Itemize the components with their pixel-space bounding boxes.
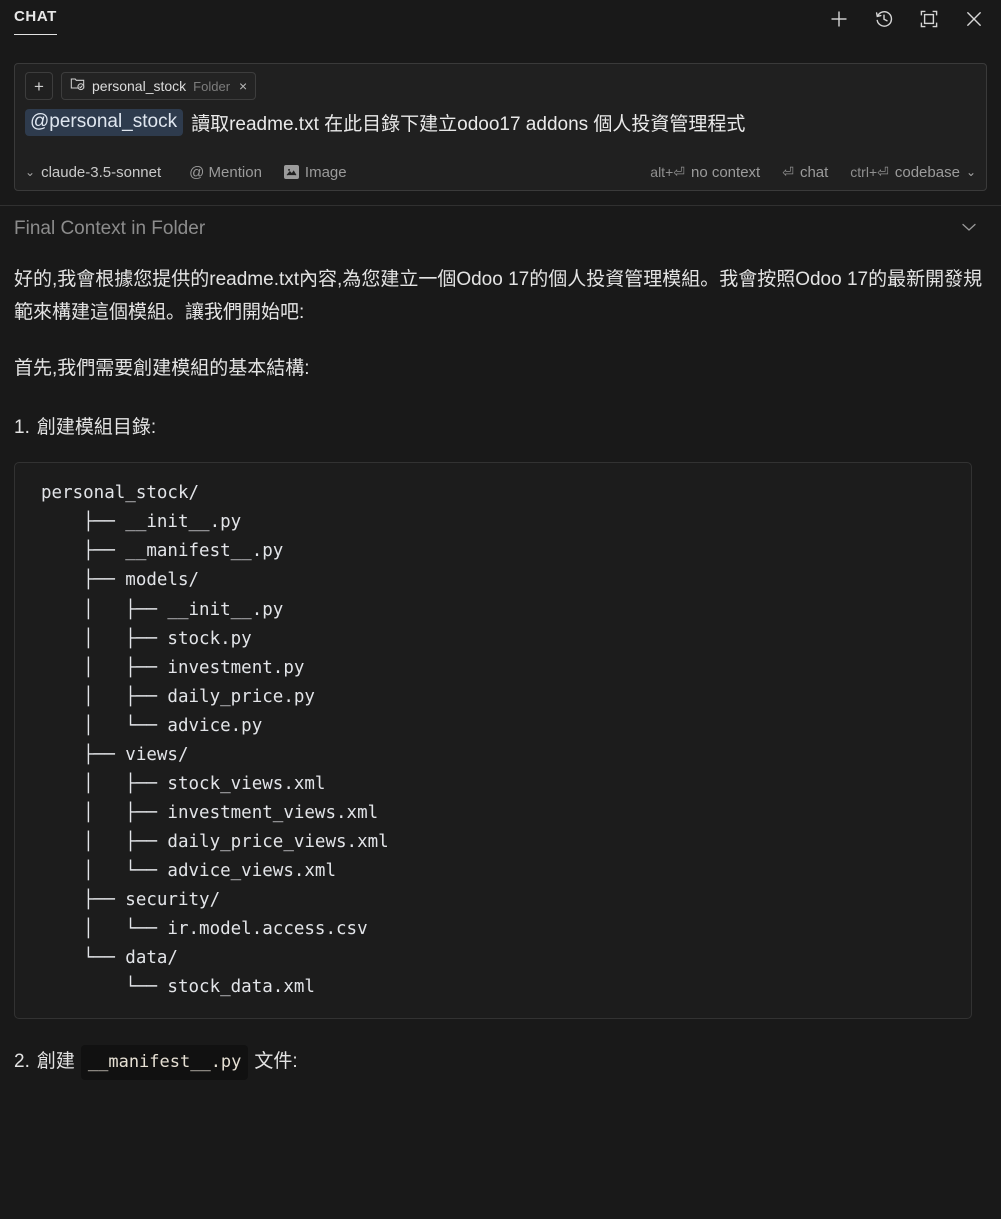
- mention-pill-personal-stock[interactable]: @personal_stock: [25, 109, 184, 136]
- response-list-item-1: 1. 創建模組目錄:: [14, 412, 987, 444]
- prompt-text: 讀取readme.txt 在此目錄下建立odoo17 addons 個人投資管理…: [191, 114, 746, 135]
- close-icon[interactable]: [961, 6, 987, 32]
- mention-button[interactable]: @ Mention: [183, 164, 262, 181]
- composer-toolbar-right: alt+⏎ no context ⏎ chat ctrl+⏎ codebase …: [650, 164, 976, 181]
- maximize-icon[interactable]: [916, 6, 942, 32]
- composer-toolbar: ⌄ claude-3.5-sonnet @ Mention Image alt+…: [25, 160, 976, 184]
- final-context-summary[interactable]: Final Context in Folder: [14, 206, 987, 252]
- no-context-action[interactable]: alt+⏎ no context: [650, 164, 760, 181]
- code-block-content: personal_stock/ ├── __init__.py ├── __ma…: [41, 483, 389, 998]
- context-chip-personal-stock[interactable]: personal_stock Folder ×: [61, 72, 257, 100]
- list-item-2-prefix: 創建: [36, 1051, 75, 1073]
- response-paragraph-1: 好的,我會根據您提供的readme.txt內容,為您建立一個Odoo 17的個人…: [14, 269, 983, 323]
- no-context-shortcut: alt+⏎: [650, 163, 685, 180]
- chat-composer[interactable]: + personal_stock Folder × @personal_stoc…: [14, 63, 987, 191]
- context-chip-close-icon[interactable]: ×: [237, 79, 247, 93]
- no-context-label: no context: [690, 163, 761, 181]
- codebase-shortcut: ctrl+⏎: [850, 163, 889, 180]
- header-actions: [826, 0, 987, 32]
- chat-action[interactable]: ⏎ chat: [782, 164, 828, 181]
- codebase-label: codebase: [894, 163, 960, 181]
- response-paragraph-2: 首先,我們需要創建模組的基本結構:: [14, 358, 310, 380]
- list-item-2-suffix: 文件:: [254, 1051, 298, 1073]
- list-item-1-number: 1.: [14, 417, 30, 439]
- chevron-down-icon[interactable]: [959, 220, 979, 239]
- response-list-item-2: 2. 創建 __manifest__.py 文件:: [14, 1045, 987, 1081]
- assistant-response: Final Context in Folder 好的,我會根據您提供的readm…: [0, 206, 1001, 1081]
- list-item-2-number: 2.: [14, 1051, 30, 1073]
- list-item-1-text: 創建模組目錄:: [36, 417, 157, 439]
- chevron-down-icon: ⌄: [25, 165, 36, 179]
- chevron-down-icon[interactable]: ⌄: [966, 166, 976, 178]
- image-button[interactable]: Image: [283, 163, 347, 181]
- image-icon: [283, 165, 299, 179]
- mention-button-label: @ Mention: [189, 163, 262, 181]
- context-row: + personal_stock Folder ×: [25, 72, 976, 100]
- prompt-input[interactable]: @personal_stock 讀取readme.txt 在此目錄下建立odoo…: [25, 109, 976, 136]
- history-icon[interactable]: [871, 6, 897, 32]
- new-chat-icon[interactable]: [826, 6, 852, 32]
- chat-panel-header: CHAT: [0, 0, 1001, 56]
- folder-check-icon: [70, 76, 85, 96]
- page-title: CHAT: [14, 8, 57, 35]
- chat-label: chat: [799, 163, 829, 181]
- image-button-label: Image: [304, 163, 347, 181]
- context-chip-kind: Folder: [193, 78, 231, 94]
- final-context-summary-label: Final Context in Folder: [14, 218, 206, 239]
- chat-shortcut: ⏎: [782, 163, 794, 180]
- codebase-action[interactable]: ctrl+⏎ codebase ⌄: [850, 164, 976, 181]
- model-selector-label: claude-3.5-sonnet: [41, 163, 162, 181]
- model-selector[interactable]: ⌄ claude-3.5-sonnet: [25, 164, 161, 181]
- context-chip-name: personal_stock: [92, 78, 187, 94]
- code-block-directory-tree[interactable]: personal_stock/ ├── __init__.py ├── __ma…: [14, 462, 972, 1020]
- list-item-2-inline-code: __manifest__.py: [80, 1045, 249, 1081]
- chat-tab[interactable]: CHAT: [14, 0, 57, 35]
- composer-toolbar-left: ⌄ claude-3.5-sonnet @ Mention Image: [25, 164, 347, 181]
- add-context-button[interactable]: +: [25, 72, 53, 100]
